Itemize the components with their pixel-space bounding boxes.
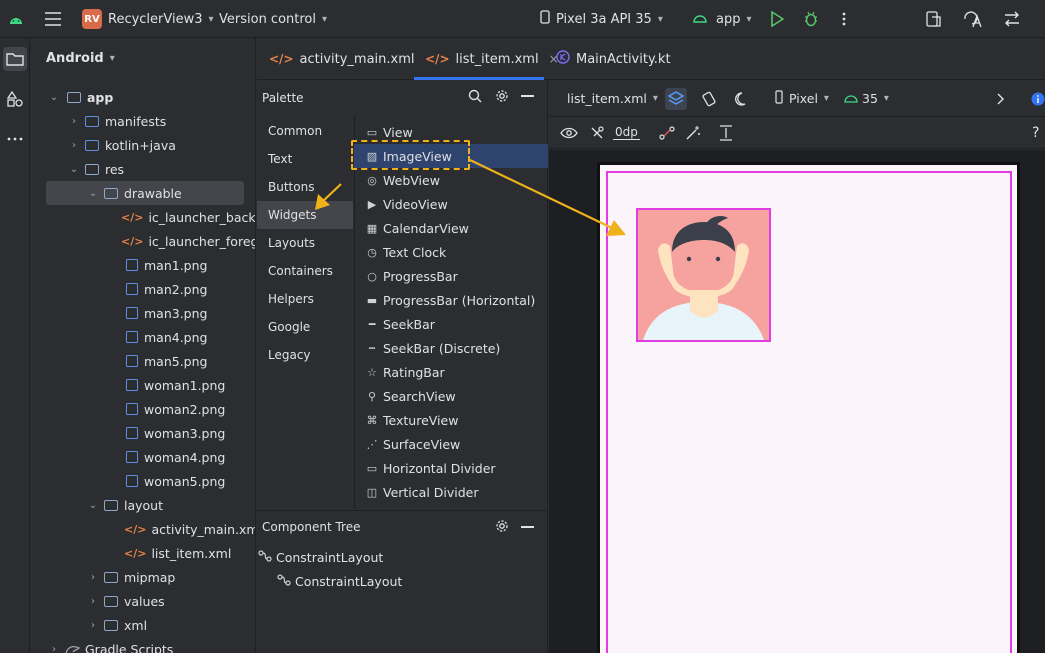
annotation-arrows [315, 159, 626, 236]
widgets-arrow-line [321, 183, 342, 203]
drag-arrow-head [606, 220, 626, 236]
drag-arrow-line [469, 159, 613, 229]
